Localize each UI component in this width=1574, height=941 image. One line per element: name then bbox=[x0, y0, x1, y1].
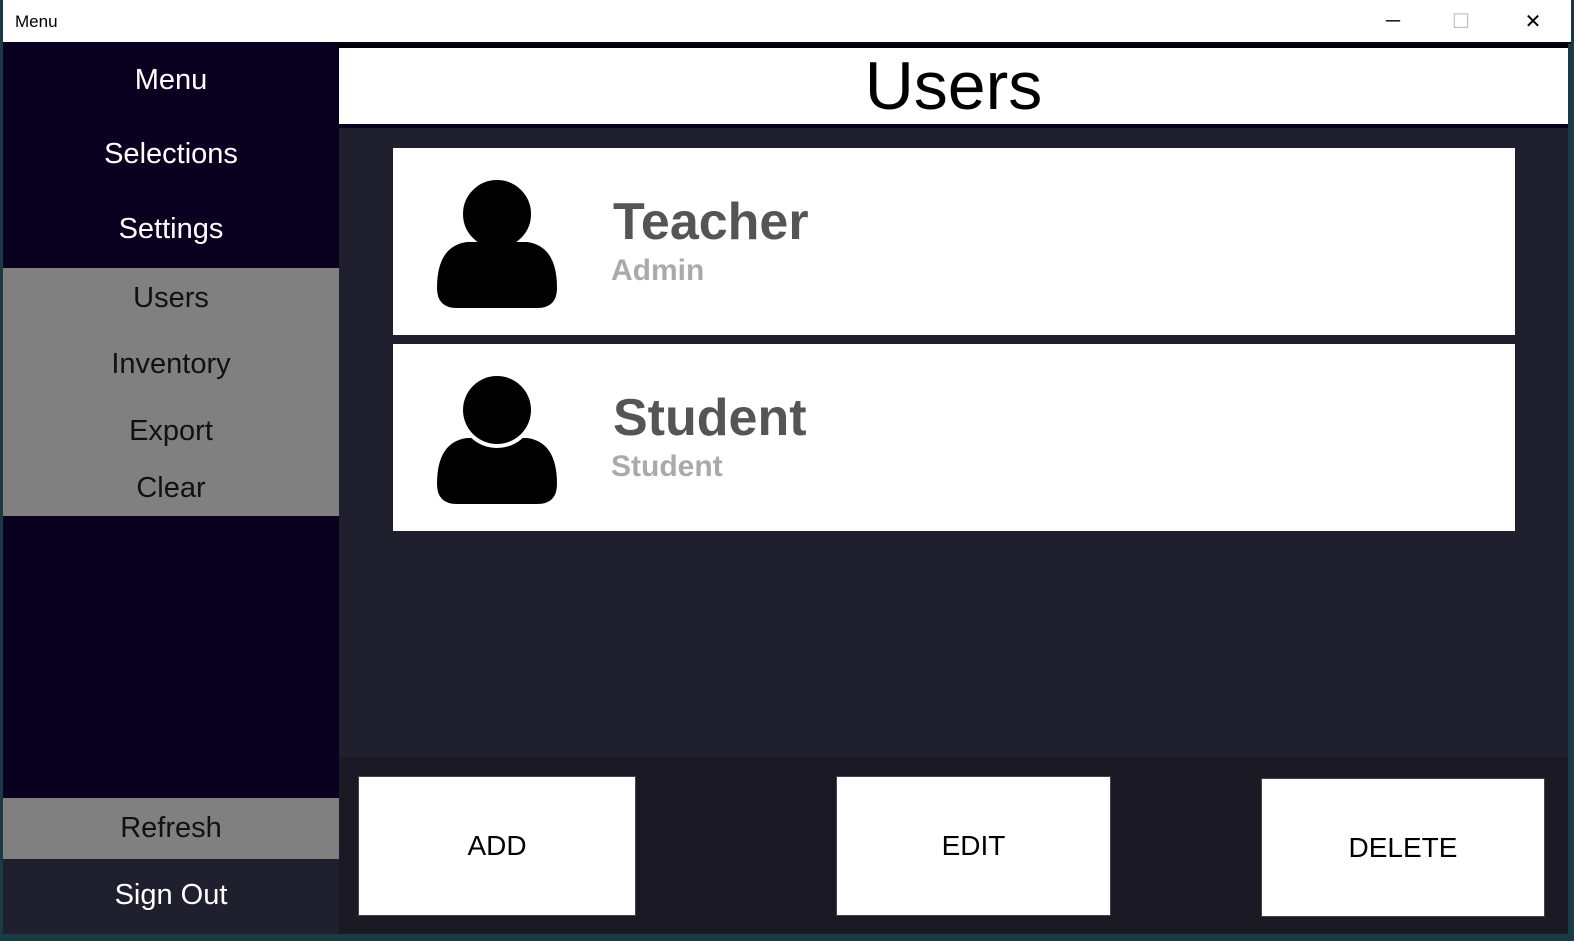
close-button[interactable]: ✕ bbox=[1499, 0, 1567, 42]
sidebar-item-users[interactable]: Users bbox=[3, 282, 339, 315]
sidebar-item-settings[interactable]: Settings bbox=[3, 213, 339, 246]
user-card[interactable]: Student Student bbox=[393, 344, 1515, 531]
sign-out-label: Sign Out bbox=[114, 879, 228, 911]
sidebar: Menu Selections Settings Users Inventory… bbox=[3, 44, 339, 934]
sidebar-item-clear[interactable]: Clear bbox=[3, 472, 339, 505]
user-card[interactable]: Teacher Admin bbox=[393, 148, 1515, 335]
settings-submenu: Users Inventory Export Clear bbox=[3, 268, 339, 516]
user-avatar-icon bbox=[437, 374, 557, 504]
user-role: Admin bbox=[611, 254, 705, 287]
user-name: Student bbox=[613, 389, 807, 447]
user-list: Teacher Admin Student Student bbox=[339, 128, 1568, 758]
sidebar-item-selections[interactable]: Selections bbox=[3, 138, 339, 171]
user-name: Teacher bbox=[613, 193, 809, 251]
refresh-label: Refresh bbox=[120, 812, 222, 844]
refresh-button[interactable]: Refresh bbox=[3, 798, 339, 859]
edit-button[interactable]: EDIT bbox=[836, 776, 1111, 916]
minimize-button[interactable]: ─ bbox=[1359, 0, 1427, 42]
window-title: Menu bbox=[15, 12, 58, 31]
sign-out-button[interactable]: Sign Out bbox=[3, 859, 339, 934]
page-header: Users bbox=[339, 44, 1568, 128]
page-title: Users bbox=[864, 48, 1043, 124]
sidebar-heading-menu[interactable]: Menu bbox=[3, 64, 339, 97]
sidebar-item-export[interactable]: Export bbox=[3, 415, 339, 448]
title-bar: Menu ─ ☐ ✕ bbox=[3, 0, 1571, 44]
sidebar-item-inventory[interactable]: Inventory bbox=[3, 348, 339, 381]
add-button[interactable]: ADD bbox=[358, 776, 636, 916]
user-avatar-icon bbox=[437, 178, 557, 308]
user-role: Student bbox=[611, 450, 723, 483]
action-bar: ADD EDIT DELETE bbox=[339, 758, 1568, 934]
delete-button[interactable]: DELETE bbox=[1261, 778, 1545, 917]
maximize-button[interactable]: ☐ bbox=[1427, 0, 1495, 42]
